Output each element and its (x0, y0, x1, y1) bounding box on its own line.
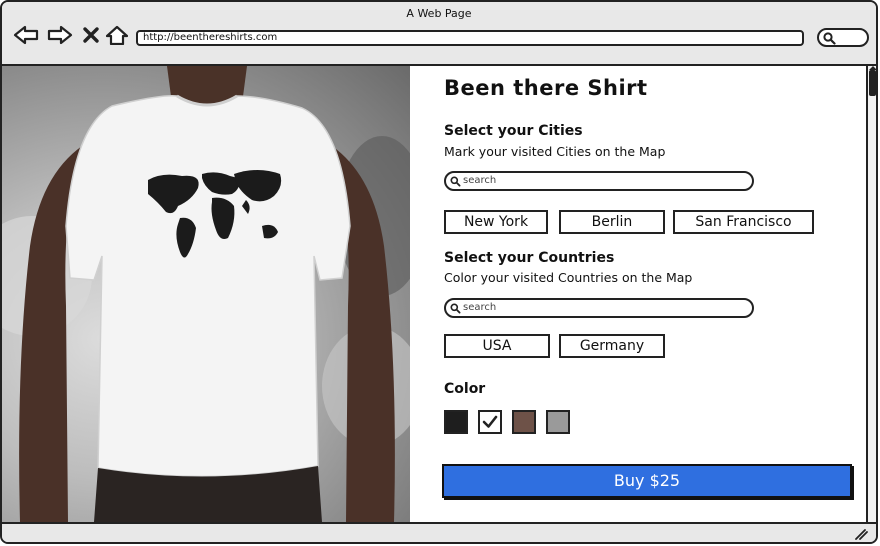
product-title: Been there Shirt (444, 76, 648, 100)
product-photo (2, 66, 410, 522)
scrollbar-thumb[interactable] (869, 70, 876, 96)
color-swatch-white[interactable] (478, 410, 502, 434)
browser-search-field[interactable] (817, 28, 869, 47)
home-icon[interactable] (105, 24, 129, 46)
buy-button[interactable]: Buy $25 (442, 464, 852, 498)
color-swatch-gray[interactable] (546, 410, 570, 434)
cities-search-input[interactable]: search (444, 171, 754, 191)
product-panel: Been there Shirt Select your Cities Mark… (410, 66, 866, 522)
country-chip-germany[interactable]: Germany (559, 334, 665, 358)
color-swatch-brown[interactable] (512, 410, 536, 434)
search-icon (450, 303, 461, 314)
back-arrow-icon[interactable] (12, 24, 40, 46)
country-chip-usa[interactable]: USA (444, 334, 550, 358)
countries-heading: Select your Countries (444, 250, 615, 266)
browser-window: A Web Page http://beenthereshirts.com Be… (0, 0, 878, 544)
search-icon (450, 176, 461, 187)
city-chip-berlin[interactable]: Berlin (559, 210, 665, 234)
window-title: A Web Page (406, 7, 472, 20)
search-icon (823, 32, 836, 45)
cities-search-placeholder: search (463, 175, 497, 186)
cities-heading: Select your Cities (444, 123, 583, 139)
page-viewport: Been there Shirt Select your Cities Mark… (2, 66, 866, 522)
browser-toolbar: A Web Page http://beenthereshirts.com (2, 2, 876, 66)
close-icon[interactable] (80, 24, 102, 46)
city-chip-san-francisco[interactable]: San Francisco (673, 210, 814, 234)
resize-grip-icon[interactable] (854, 528, 868, 540)
forward-arrow-icon[interactable] (46, 24, 74, 46)
checkmark-icon (482, 415, 498, 428)
countries-search-placeholder: search (463, 302, 497, 313)
status-bar (2, 522, 876, 542)
color-swatch-black[interactable] (444, 410, 468, 434)
color-heading: Color (444, 381, 486, 397)
countries-search-input[interactable]: search (444, 298, 754, 318)
address-bar[interactable]: http://beenthereshirts.com (136, 30, 804, 46)
vertical-scrollbar[interactable] (866, 66, 876, 522)
city-chip-new-york[interactable]: New York (444, 210, 548, 234)
countries-description: Color your visited Countries on the Map (444, 270, 693, 285)
cities-description: Mark your visited Cities on the Map (444, 144, 666, 159)
